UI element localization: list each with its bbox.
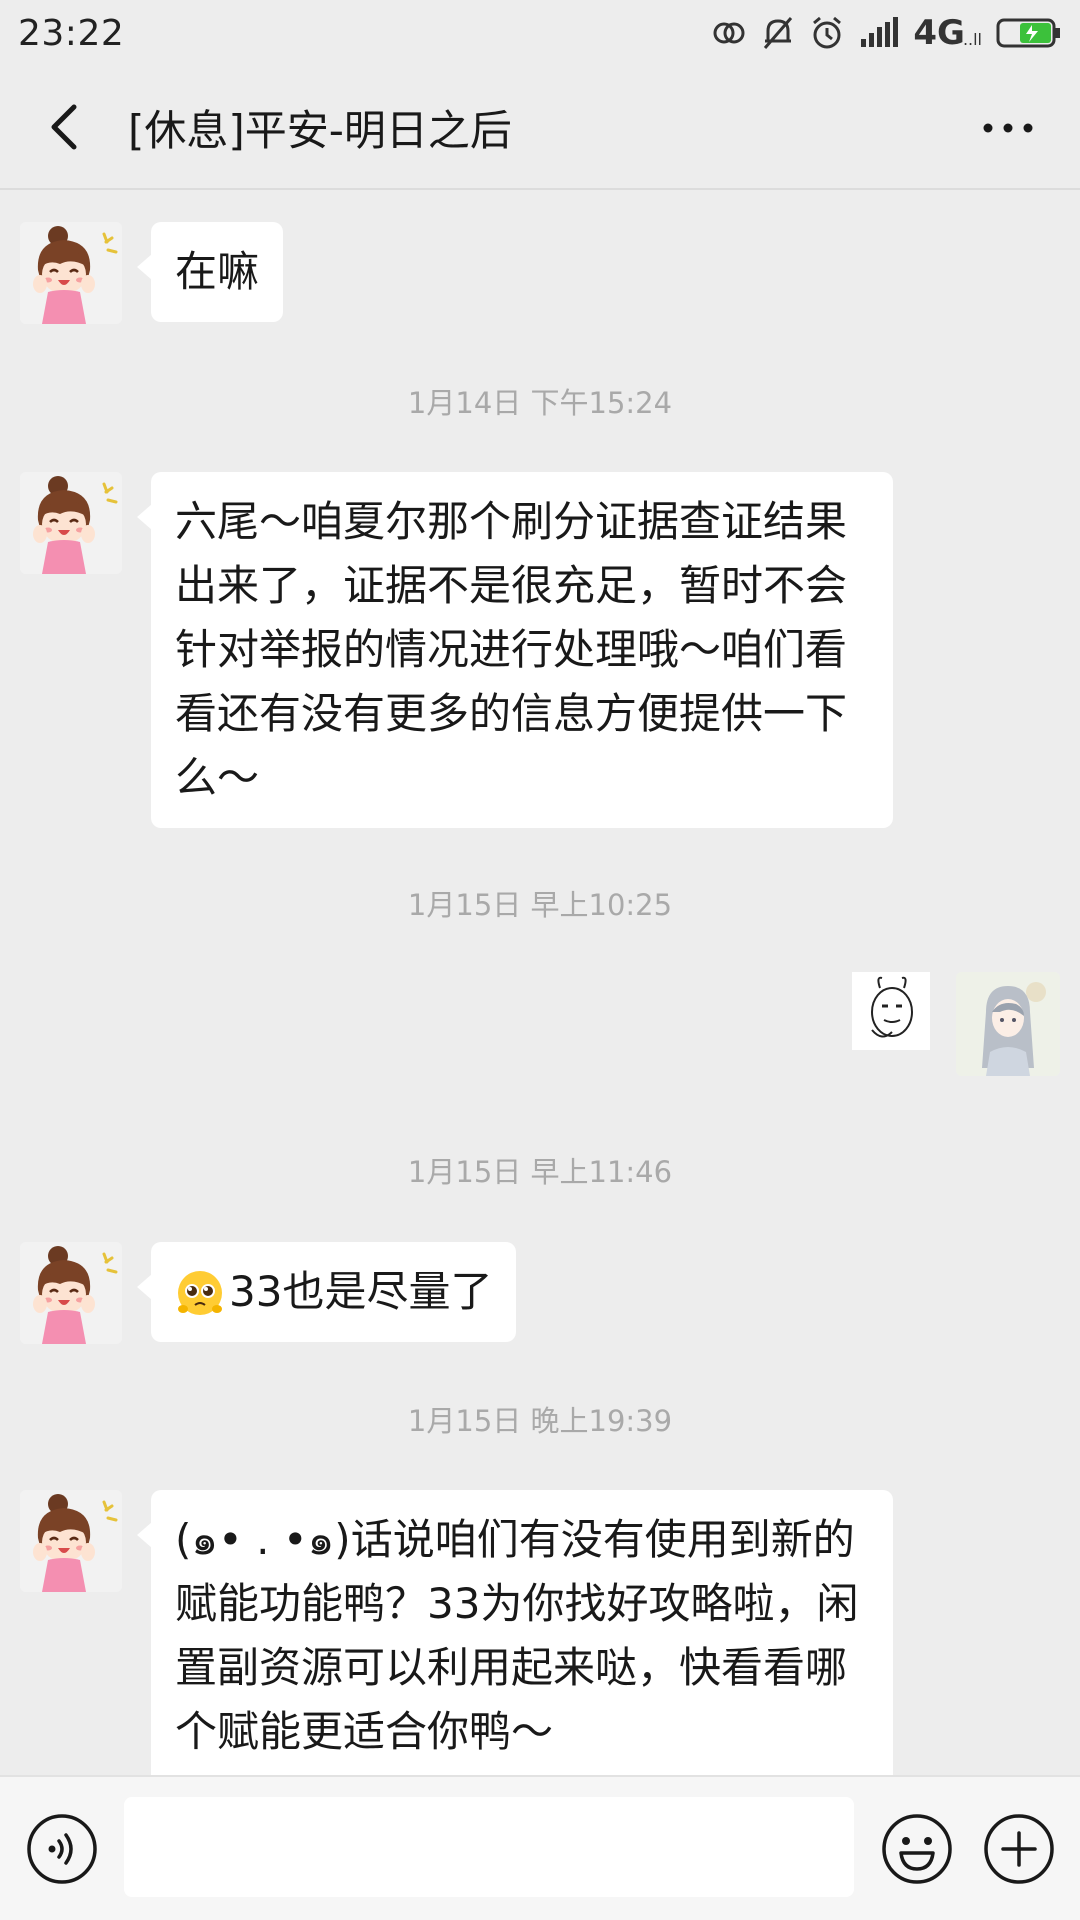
- message-row: 33也是尽量了: [0, 1242, 1080, 1352]
- message-row: (๑• . •๑)话说咱们有没有使用到新的 赋能功能鸭？33为你找好攻略啦，闲 …: [0, 1490, 1080, 1775]
- more-dots-icon: [983, 123, 1033, 133]
- more-functions-button[interactable]: [983, 1813, 1055, 1885]
- alarm-icon: [809, 15, 845, 51]
- message-text: 33也是尽量了: [229, 1267, 493, 1316]
- status-icons: 4G ..ll: [711, 13, 1062, 53]
- message-line: 么～: [175, 753, 260, 802]
- message-line: 出来了，证据不是很充足，暂时不会: [175, 561, 848, 610]
- message-text: 在嘛: [175, 247, 260, 296]
- signal-icon: [859, 17, 899, 49]
- message-line: 针对举报的情况进行处理哦～咱们看: [175, 625, 848, 674]
- back-button[interactable]: [28, 87, 100, 167]
- my-avatar[interactable]: [956, 972, 1060, 1076]
- message-line: (๑• . •๑)话说咱们有没有使用到新的: [175, 1515, 855, 1564]
- chat-header: [休息]平安-明日之后: [0, 66, 1080, 190]
- message-line: 看还有没有更多的信息方便提供一下: [175, 689, 848, 738]
- message-timestamp: 1月15日 早上11:46: [407, 1155, 673, 1189]
- avatar-image: [20, 1242, 122, 1344]
- contact-avatar[interactable]: [20, 1242, 122, 1344]
- message-line: 赋能功能鸭？33为你找好攻略啦，闲: [175, 1579, 859, 1628]
- message-input[interactable]: [124, 1797, 854, 1897]
- message-line: 个赋能更适合你鸭～: [175, 1707, 554, 1756]
- pleading-face-emoji: [178, 1271, 222, 1315]
- voice-button[interactable]: [26, 1813, 98, 1885]
- contact-avatar[interactable]: [20, 1490, 122, 1592]
- status-bar: 23:22 4G ..ll: [0, 0, 1080, 66]
- input-bar: [0, 1775, 1080, 1920]
- message-timestamp: 1月15日 早上10:25: [407, 888, 673, 922]
- status-time: 23:22: [18, 12, 125, 54]
- avatar-image: [20, 472, 122, 574]
- message-line: 六尾～咱夏尔那个刷分证据查证结果: [175, 497, 848, 546]
- message-bubble[interactable]: 六尾～咱夏尔那个刷分证据查证结果 出来了，证据不是很充足，暂时不会 针对举报的情…: [137, 472, 893, 828]
- emoji-face-icon: [882, 1814, 952, 1884]
- message-row: 在嘛: [0, 222, 1080, 332]
- avatar-image: [956, 972, 1060, 1076]
- mute-bell-icon: [761, 15, 795, 51]
- message-row: 六尾～咱夏尔那个刷分证据查证结果 出来了，证据不是很充足，暂时不会 针对举报的情…: [0, 472, 1080, 832]
- chevron-left-icon: [51, 104, 77, 150]
- battery-charging-icon: [996, 17, 1062, 49]
- message-row: [0, 972, 1080, 1082]
- emoji-button[interactable]: [881, 1813, 953, 1885]
- sync-icon: [711, 15, 747, 51]
- message-bubble[interactable]: 33也是尽量了: [136, 1242, 517, 1342]
- message-bubble[interactable]: (๑• . •๑)话说咱们有没有使用到新的 赋能功能鸭？33为你找好攻略啦，闲 …: [137, 1490, 893, 1775]
- message-list[interactable]: 在嘛 1月14日 下午15:24 六尾～咱夏尔那个刷分证据查证结果 出来了，证据…: [0, 192, 1080, 1775]
- contact-avatar[interactable]: [20, 472, 122, 574]
- message-timestamp: 1月14日 下午15:24: [407, 386, 673, 420]
- message-line: 置副资源可以利用起来哒，快看看哪: [175, 1643, 848, 1692]
- chat-title: [休息]平安-明日之后: [128, 105, 512, 155]
- voice-icon: [27, 1814, 97, 1884]
- avatar-image: [20, 222, 122, 324]
- sticker-image[interactable]: [852, 972, 930, 1050]
- more-options-button[interactable]: [970, 96, 1046, 160]
- meme-face-icon: [871, 976, 913, 1038]
- avatar-image: [20, 1490, 122, 1592]
- plus-circle-icon: [984, 1814, 1054, 1884]
- message-timestamp: 1月15日 晚上19:39: [407, 1404, 673, 1438]
- message-bubble[interactable]: 在嘛: [136, 222, 284, 322]
- network-type: 4G ..ll: [913, 13, 982, 53]
- contact-avatar[interactable]: [20, 222, 122, 324]
